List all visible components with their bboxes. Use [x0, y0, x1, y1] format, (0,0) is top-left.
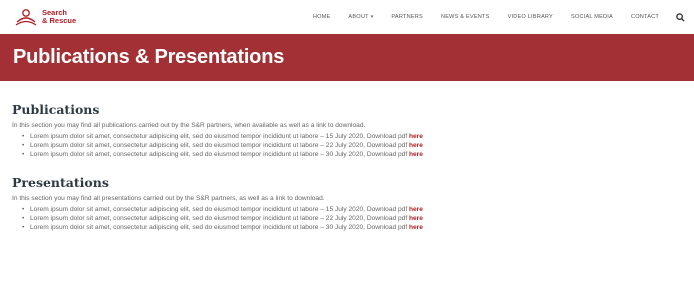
presentations-intro: In this section you may find all present…	[12, 195, 325, 202]
presentation-text: Lorem ipsum dolor sit amet, consectetur …	[30, 224, 409, 231]
nav-partners-label: PARTNERS	[391, 14, 423, 20]
list-item: Lorem ipsum dolor sit amet, consectetur …	[22, 223, 694, 232]
presentations-heading: Presentations	[12, 175, 109, 190]
download-link[interactable]: here	[409, 133, 423, 140]
nav-news-events[interactable]: NEWS & EVENTS	[441, 14, 490, 20]
nav-contact-label: CONTACT	[630, 14, 659, 20]
publication-text: Lorem ipsum dolor sit amet, consectetur …	[30, 133, 409, 140]
page-banner: Publications & Presentations	[0, 34, 694, 81]
download-link[interactable]: here	[409, 206, 423, 213]
site-header: Search & Rescue HOME ABOUT ▾ PARTNERS NEW…	[0, 0, 694, 34]
nav-home-label: HOME	[312, 14, 331, 20]
presentation-text: Lorem ipsum dolor sit amet, consectetur …	[30, 206, 409, 213]
download-link[interactable]: here	[409, 224, 423, 231]
nav-news-events-label: NEWS & EVENTS	[440, 14, 490, 20]
logo-line-2: & Rescue	[42, 16, 77, 25]
download-link[interactable]: here	[409, 215, 423, 222]
main-content: Publications In this section you may fin…	[0, 81, 694, 232]
publications-section: Publications In this section you may fin…	[12, 81, 694, 159]
presentation-text: Lorem ipsum dolor sit amet, consectetur …	[30, 215, 409, 222]
nav-social-media[interactable]: SOCIAL MEDIA	[571, 14, 613, 20]
publications-heading: Publications	[12, 102, 100, 117]
download-link[interactable]: here	[409, 142, 423, 149]
search-rescue-logo-icon	[15, 9, 37, 26]
nav-about[interactable]: ABOUT ▾	[348, 14, 373, 20]
publications-list: Lorem ipsum dolor sit amet, consectetur …	[12, 132, 694, 159]
nav-partners[interactable]: PARTNERS	[391, 14, 423, 20]
list-item: Lorem ipsum dolor sit amet, consectetur …	[22, 214, 694, 223]
nav-video-library[interactable]: VIDEO LIBRARY	[508, 14, 553, 20]
publication-text: Lorem ipsum dolor sit amet, consectetur …	[30, 142, 409, 149]
page-title: Publications & Presentations	[13, 46, 285, 68]
list-item: Lorem ipsum dolor sit amet, consectetur …	[22, 141, 694, 150]
logo-text: Search & Rescue	[42, 9, 76, 25]
list-item: Lorem ipsum dolor sit amet, consectetur …	[22, 150, 694, 159]
download-link[interactable]: here	[409, 151, 423, 158]
main-nav: HOME ABOUT ▾ PARTNERS NEWS & EVENTS VIDEO…	[295, 12, 686, 23]
nav-contact[interactable]: CONTACT	[631, 14, 659, 20]
chevron-down-icon: ▾	[370, 14, 374, 20]
nav-about-label: ABOUT	[348, 14, 369, 20]
search-button[interactable]	[675, 12, 686, 23]
list-item: Lorem ipsum dolor sit amet, consectetur …	[22, 132, 694, 141]
nav-home[interactable]: HOME	[313, 14, 331, 20]
presentations-section: Presentations In this section you may fi…	[12, 159, 694, 232]
nav-video-library-label: VIDEO LIBRARY	[507, 14, 553, 20]
list-item: Lorem ipsum dolor sit amet, consectetur …	[22, 205, 694, 214]
logo[interactable]: Search & Rescue	[14, 7, 76, 27]
nav-social-media-label: SOCIAL MEDIA	[570, 14, 613, 20]
search-icon	[676, 12, 685, 22]
publications-intro: In this section you may find all publica…	[12, 122, 366, 129]
publication-text: Lorem ipsum dolor sit amet, consectetur …	[30, 151, 409, 158]
presentations-list: Lorem ipsum dolor sit amet, consectetur …	[12, 205, 694, 232]
